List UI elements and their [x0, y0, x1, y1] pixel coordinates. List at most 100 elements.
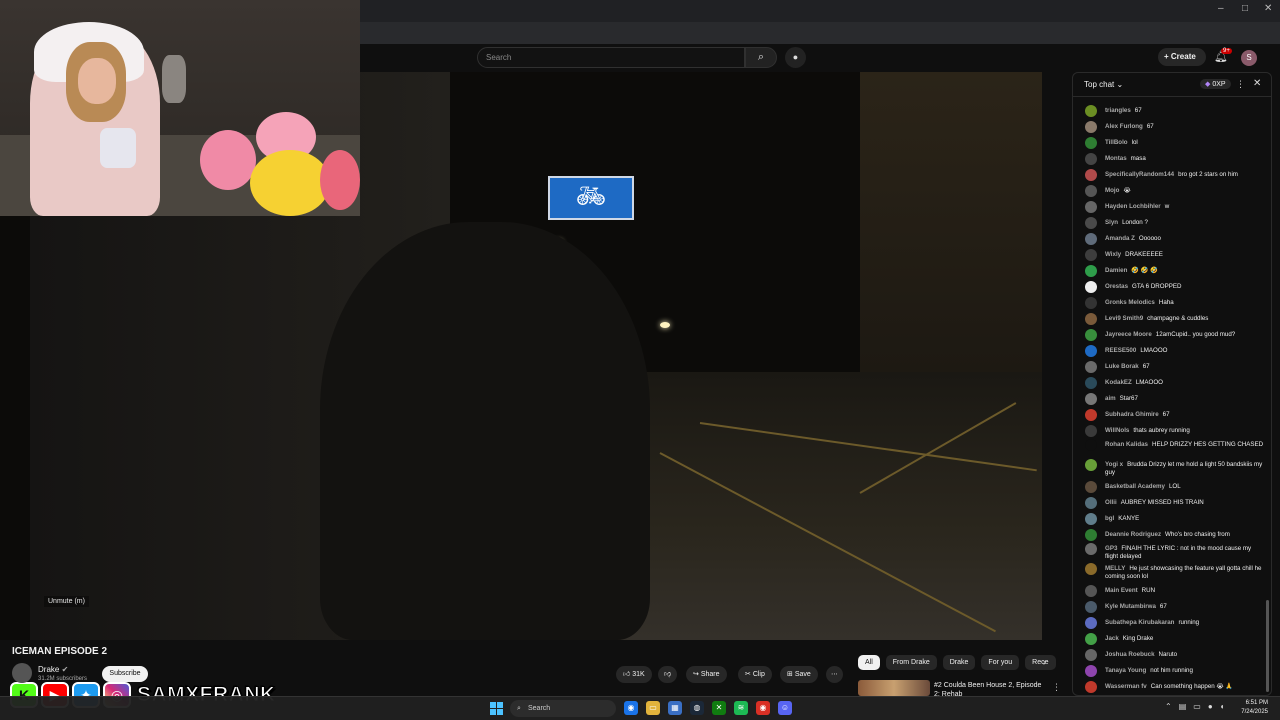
clip-button[interactable]: ✂ Clip [738, 666, 772, 683]
chat-message[interactable]: Alex Furlong 67 [1085, 121, 1265, 133]
chat-author-name[interactable]: KodakEZ [1105, 379, 1132, 386]
chevron-right-icon[interactable]: › [1043, 657, 1046, 667]
chat-author-avatar[interactable] [1085, 329, 1097, 341]
more-vertical-icon[interactable]: ⋮ [1236, 79, 1245, 90]
store-icon[interactable]: ▦ [668, 701, 682, 715]
chat-author-avatar[interactable] [1085, 563, 1097, 575]
chat-author-name[interactable]: Slyn [1105, 219, 1118, 226]
close-icon[interactable]: ✕ [1253, 78, 1261, 89]
chat-message[interactable]: Amanda Z Oooooo [1085, 233, 1265, 245]
chat-author-avatar[interactable] [1085, 313, 1097, 325]
maximize-icon[interactable]: □ [1242, 3, 1248, 14]
save-button[interactable]: ⊞ Save [780, 666, 818, 683]
chat-author-name[interactable]: SpecificallyRandom144 [1105, 171, 1174, 178]
chat-author-name[interactable]: Orestas [1105, 283, 1128, 290]
chat-author-name[interactable]: Alex Furlong [1105, 123, 1143, 130]
chat-author-avatar[interactable] [1085, 345, 1097, 357]
chat-author-name[interactable]: Wixly [1105, 251, 1121, 258]
close-window-icon[interactable]: ✕ [1264, 3, 1272, 14]
chat-author-avatar[interactable] [1085, 665, 1097, 677]
chip-for-you[interactable]: For you [981, 655, 1020, 670]
windows-start-icon[interactable] [490, 702, 503, 715]
chat-author-name[interactable]: Deannie Rodriguez [1105, 531, 1161, 538]
chat-author-avatar[interactable] [1085, 169, 1097, 181]
recommended-video-title[interactable]: #2 Coulda Been House 2, Episode 2: Rehab [934, 681, 1046, 697]
chat-message[interactable]: Mojo 😭 [1085, 185, 1265, 197]
unmute-tooltip[interactable]: Unmute (m) [44, 596, 89, 607]
chat-author-avatar[interactable] [1085, 513, 1097, 525]
chat-author-avatar[interactable] [1085, 105, 1097, 117]
search-button[interactable]: ⌕ [745, 47, 777, 68]
chat-message[interactable]: Joshua Roebuck Naruto [1085, 649, 1265, 661]
chat-author-avatar[interactable] [1085, 377, 1097, 389]
more-vertical-icon[interactable]: ⋮ [1052, 682, 1061, 693]
chat-message[interactable]: Luke Borak 67 [1085, 361, 1265, 373]
xp-badge[interactable]: ◆ 0XP [1200, 79, 1231, 89]
chat-mode-dropdown[interactable]: Top chat ⌄ [1084, 80, 1123, 89]
chrome-alt-icon[interactable]: ◉ [756, 701, 770, 715]
chip-from-drake[interactable]: From Drake [885, 655, 937, 670]
chat-author-avatar[interactable] [1085, 601, 1097, 613]
chat-author-avatar[interactable] [1085, 543, 1097, 555]
chat-author-name[interactable]: GP3 [1105, 545, 1117, 552]
chat-message[interactable]: GP3 FINAIH THE LYRIC : not in the mood ca… [1085, 543, 1265, 561]
chat-message[interactable]: Kyle Mutambirwa 67 [1085, 601, 1265, 613]
chat-message[interactable]: REESE500 LMAOOO [1085, 345, 1265, 357]
chat-author-avatar[interactable] [1085, 185, 1097, 197]
chat-author-name[interactable]: Amanda Z [1105, 235, 1135, 242]
volume-icon[interactable]: ◖ [1220, 702, 1225, 711]
chat-message[interactable]: Damien 🤣 🤣 🤣 [1085, 265, 1265, 277]
discord-icon[interactable]: ☺ [778, 701, 792, 715]
chat-message[interactable]: Jayreece Moore 12amCupid.. you good mud? [1085, 329, 1265, 341]
chat-author-name[interactable]: TillBolo [1105, 139, 1128, 146]
chat-author-name[interactable]: Tanaya Young [1105, 667, 1146, 674]
chat-message[interactable]: Ollii AUBREY MISSED HIS TRAIN [1085, 497, 1265, 509]
chat-message[interactable]: bgl KANYE [1085, 513, 1265, 525]
chat-author-avatar[interactable] [1085, 361, 1097, 373]
chat-author-avatar[interactable] [1085, 585, 1097, 597]
chat-author-name[interactable]: MELLY [1105, 565, 1125, 572]
chat-message[interactable]: Slyn London ? [1085, 217, 1265, 229]
chat-author-avatar[interactable] [1085, 281, 1097, 293]
taskbar-clock[interactable]: 6:51 PM 7/24/2025 [1238, 699, 1268, 717]
like-button[interactable]: 👍︎ 31K [616, 666, 652, 683]
chat-author-name[interactable]: Damien [1105, 267, 1127, 274]
chat-message[interactable]: WillNoIs thats aubrey running [1085, 425, 1265, 437]
chat-message[interactable]: Deannie Rodriguez Who's bro chasing from [1085, 529, 1265, 541]
chat-message[interactable]: KodakEZ LMAOOO [1085, 377, 1265, 389]
chat-author-name[interactable]: Ollii [1105, 499, 1117, 506]
chat-message[interactable]: Montas masa [1085, 153, 1265, 165]
chat-message[interactable]: Yogi x Brudda Drizzy let me hold a light … [1085, 459, 1265, 477]
chat-message[interactable]: MELLY He just showcasing the feature yall… [1085, 563, 1265, 581]
chat-author-avatar[interactable] [1085, 617, 1097, 629]
minimize-icon[interactable]: – [1218, 3, 1224, 14]
chat-author-avatar[interactable] [1085, 201, 1097, 213]
chat-author-name[interactable]: Basketball Academy [1105, 483, 1165, 490]
chip-all[interactable]: All [858, 655, 880, 670]
chat-author-name[interactable]: Main Event [1105, 587, 1138, 594]
chevron-up-icon[interactable]: ⌃ [1165, 702, 1172, 711]
steam-icon[interactable]: ◍ [690, 701, 704, 715]
chat-author-avatar[interactable] [1085, 249, 1097, 261]
chat-author-name[interactable]: Joshua Roebuck [1105, 651, 1155, 658]
xbox-icon[interactable]: ✕ [712, 701, 726, 715]
search-input[interactable]: Search [477, 47, 745, 68]
chat-message[interactable]: Basketball Academy LOL [1085, 481, 1265, 493]
chat-author-avatar[interactable] [1085, 459, 1097, 471]
chat-author-avatar[interactable] [1085, 681, 1097, 693]
chat-author-avatar[interactable] [1085, 217, 1097, 229]
chat-author-avatar[interactable] [1085, 497, 1097, 509]
chat-message[interactable]: Hayden Lochbihler w [1085, 201, 1265, 213]
chat-author-name[interactable]: Levi9 Smith9 [1105, 315, 1143, 322]
chat-author-avatar[interactable] [1085, 297, 1097, 309]
chat-author-avatar[interactable] [1085, 233, 1097, 245]
spotify-icon[interactable]: ≋ [734, 701, 748, 715]
chat-author-name[interactable]: REESE500 [1105, 347, 1136, 354]
taskbar-search[interactable]: ⌕ Search [510, 700, 616, 717]
folder-icon[interactable]: ▭ [646, 701, 660, 715]
chat-author-name[interactable]: aim [1105, 395, 1116, 402]
chat-author-name[interactable]: Subathepa Kirubakaran [1105, 619, 1174, 626]
chat-message[interactable]: Tanaya Young not him running [1085, 665, 1265, 677]
chat-message[interactable]: SpecificallyRandom144 bro got 2 stars on … [1085, 169, 1265, 181]
chat-author-name[interactable]: Rohan Kalidas [1105, 441, 1148, 448]
